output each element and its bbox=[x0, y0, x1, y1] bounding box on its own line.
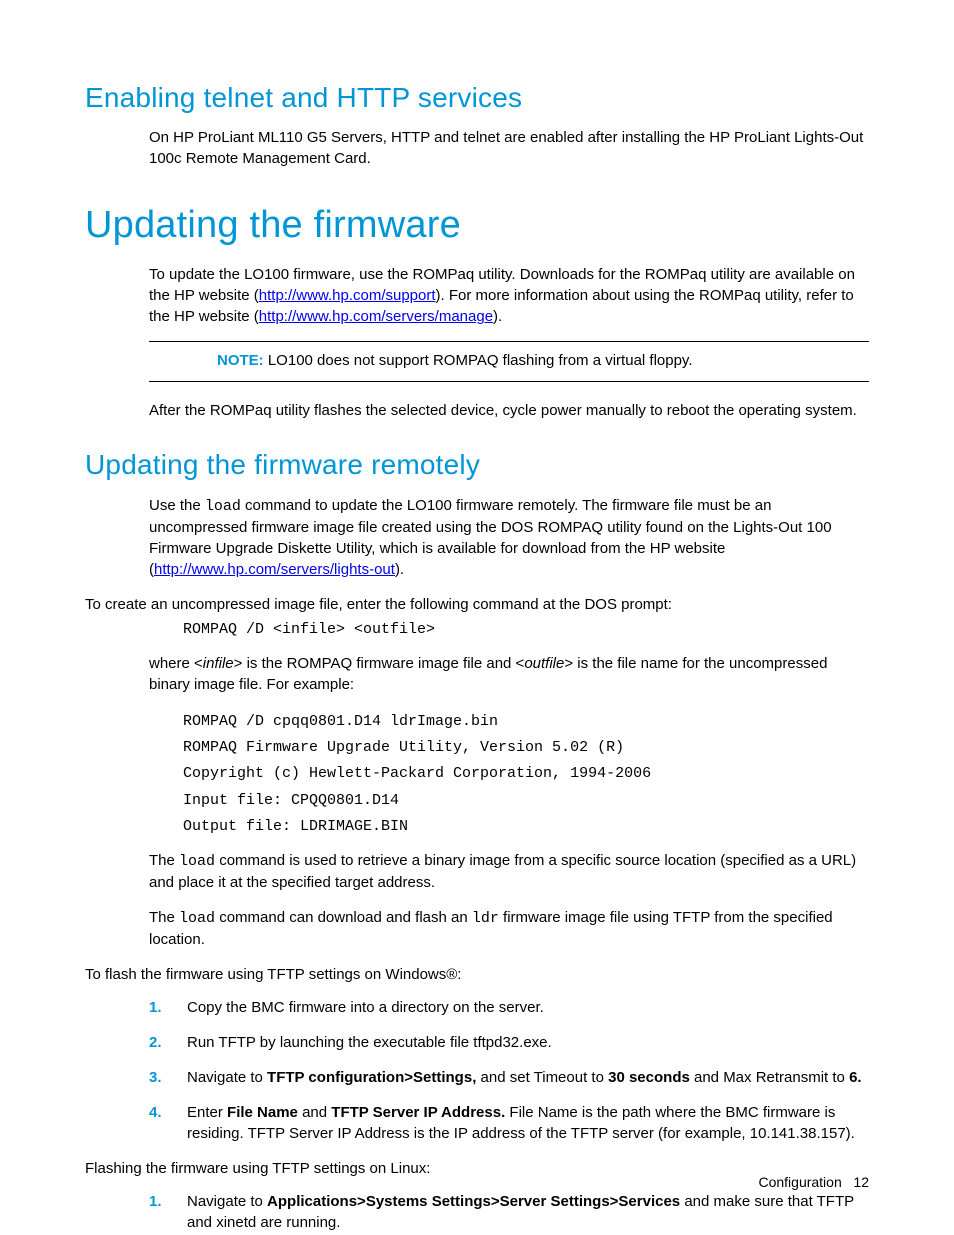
italic: infile bbox=[203, 655, 234, 672]
step-number: 2. bbox=[149, 1032, 162, 1053]
code-inline: load bbox=[179, 853, 215, 870]
link-hp-lights-out[interactable]: http://www.hp.com/servers/lights-out bbox=[154, 561, 395, 578]
note-label: NOTE: bbox=[217, 352, 264, 369]
linux-steps-wrap: 1. Navigate to Applications>Systems Sett… bbox=[149, 1191, 869, 1233]
code-line: Output file: LDRIMAGE.BIN bbox=[183, 814, 869, 840]
step-number: 3. bbox=[149, 1067, 162, 1088]
linux-step-1: 1. Navigate to Applications>Systems Sett… bbox=[149, 1191, 869, 1233]
footer-label: Configuration bbox=[758, 1174, 841, 1190]
code-inline: load bbox=[179, 910, 215, 927]
code-line: ROMPAQ Firmware Upgrade Utility, Version… bbox=[183, 735, 869, 761]
rule-bottom bbox=[149, 381, 869, 382]
text: ). bbox=[493, 308, 502, 325]
bold: 6. bbox=[849, 1069, 862, 1086]
bold: TFTP configuration>Settings, bbox=[267, 1069, 476, 1086]
section3-para3: where <infile> is the ROMPAQ firmware im… bbox=[149, 653, 869, 695]
rule-top bbox=[149, 341, 869, 342]
section3-para4: The load command is used to retrieve a b… bbox=[149, 850, 869, 893]
code-rompaq-d: ROMPAQ /D <infile> <outfile> bbox=[183, 617, 869, 643]
text: command is used to retrieve a binary ima… bbox=[149, 852, 856, 891]
code-line: Input file: CPQQ0801.D14 bbox=[183, 788, 869, 814]
text: and Max Retransmit to bbox=[690, 1069, 849, 1086]
text: Navigate to bbox=[187, 1193, 267, 1210]
note-row: NOTE: LO100 does not support ROMPAQ flas… bbox=[217, 350, 859, 371]
step-4: 4. Enter File Name and TFTP Server IP Ad… bbox=[149, 1102, 869, 1144]
section2-body: To update the LO100 firmware, use the RO… bbox=[149, 264, 869, 421]
section2-para1: To update the LO100 firmware, use the RO… bbox=[149, 264, 869, 327]
section3-para6: To flash the firmware using TFTP setting… bbox=[85, 964, 869, 985]
heading-enabling-telnet: Enabling telnet and HTTP services bbox=[85, 78, 869, 117]
section3-para7: Flashing the firmware using TFTP setting… bbox=[85, 1158, 869, 1179]
text: Enter bbox=[187, 1104, 227, 1121]
text: ). bbox=[395, 561, 404, 578]
section1-body: On HP ProLiant ML110 G5 Servers, HTTP an… bbox=[149, 127, 869, 169]
text: The bbox=[149, 909, 179, 926]
text: and set Timeout to bbox=[476, 1069, 608, 1086]
footer: Configuration 12 bbox=[758, 1173, 869, 1193]
text: where < bbox=[149, 655, 203, 672]
italic: outfile bbox=[524, 655, 564, 672]
text: The bbox=[149, 852, 179, 869]
step-number: 1. bbox=[149, 1191, 162, 1212]
step-number: 1. bbox=[149, 997, 162, 1018]
step-2: 2. Run TFTP by launching the executable … bbox=[149, 1032, 869, 1053]
note-text: LO100 does not support ROMPAQ flashing f… bbox=[264, 352, 693, 369]
step-1: 1. Copy the BMC firmware into a director… bbox=[149, 997, 869, 1018]
code-rompaq-example: ROMPAQ /D cpqq0801.D14 ldrImage.bin ROMP… bbox=[183, 709, 869, 840]
code-inline: load bbox=[205, 498, 241, 515]
windows-steps-wrap: 1. Copy the BMC firmware into a director… bbox=[149, 997, 869, 1144]
section3-para1: Use the load command to update the LO100… bbox=[149, 495, 869, 580]
bold: File Name bbox=[227, 1104, 298, 1121]
text: command can download and flash an bbox=[215, 909, 472, 926]
code-group-1: ROMPAQ /D <infile> <outfile> where <infi… bbox=[149, 617, 869, 951]
bold: TFTP Server IP Address. bbox=[331, 1104, 505, 1121]
bold: 30 seconds bbox=[608, 1069, 690, 1086]
heading-updating-firmware: Updating the firmware bbox=[85, 199, 869, 252]
step-number: 4. bbox=[149, 1102, 162, 1123]
linux-steps: 1. Navigate to Applications>Systems Sett… bbox=[149, 1191, 869, 1233]
text: Navigate to bbox=[187, 1069, 267, 1086]
text: > is the ROMPAQ firmware image file and … bbox=[234, 655, 525, 672]
section2-para2: After the ROMPaq utility flashes the sel… bbox=[149, 400, 869, 421]
code-inline: ldr bbox=[472, 910, 499, 927]
step-3: 3. Navigate to TFTP configuration>Settin… bbox=[149, 1067, 869, 1088]
heading-updating-remotely: Updating the firmware remotely bbox=[85, 445, 869, 484]
section3-para2: To create an uncompressed image file, en… bbox=[85, 594, 869, 615]
section1-para: On HP ProLiant ML110 G5 Servers, HTTP an… bbox=[149, 127, 869, 169]
section3-para5: The load command can download and flash … bbox=[149, 907, 869, 950]
step-text: Copy the BMC firmware into a directory o… bbox=[187, 999, 544, 1016]
link-hp-support[interactable]: http://www.hp.com/support bbox=[259, 287, 436, 304]
footer-page: 12 bbox=[853, 1174, 869, 1190]
code-line: ROMPAQ /D cpqq0801.D14 ldrImage.bin bbox=[183, 709, 869, 735]
bold: Applications>Systems Settings>Server Set… bbox=[267, 1193, 680, 1210]
windows-steps: 1. Copy the BMC firmware into a director… bbox=[149, 997, 869, 1144]
code-line: Copyright (c) Hewlett-Packard Corporatio… bbox=[183, 761, 869, 787]
step-text: Run TFTP by launching the executable fil… bbox=[187, 1034, 552, 1051]
page: Enabling telnet and HTTP services On HP … bbox=[0, 0, 954, 1235]
link-hp-servers-manage[interactable]: http://www.hp.com/servers/manage bbox=[259, 308, 493, 325]
section3-body: Use the load command to update the LO100… bbox=[149, 495, 869, 580]
text: and bbox=[298, 1104, 331, 1121]
text: Use the bbox=[149, 497, 205, 514]
